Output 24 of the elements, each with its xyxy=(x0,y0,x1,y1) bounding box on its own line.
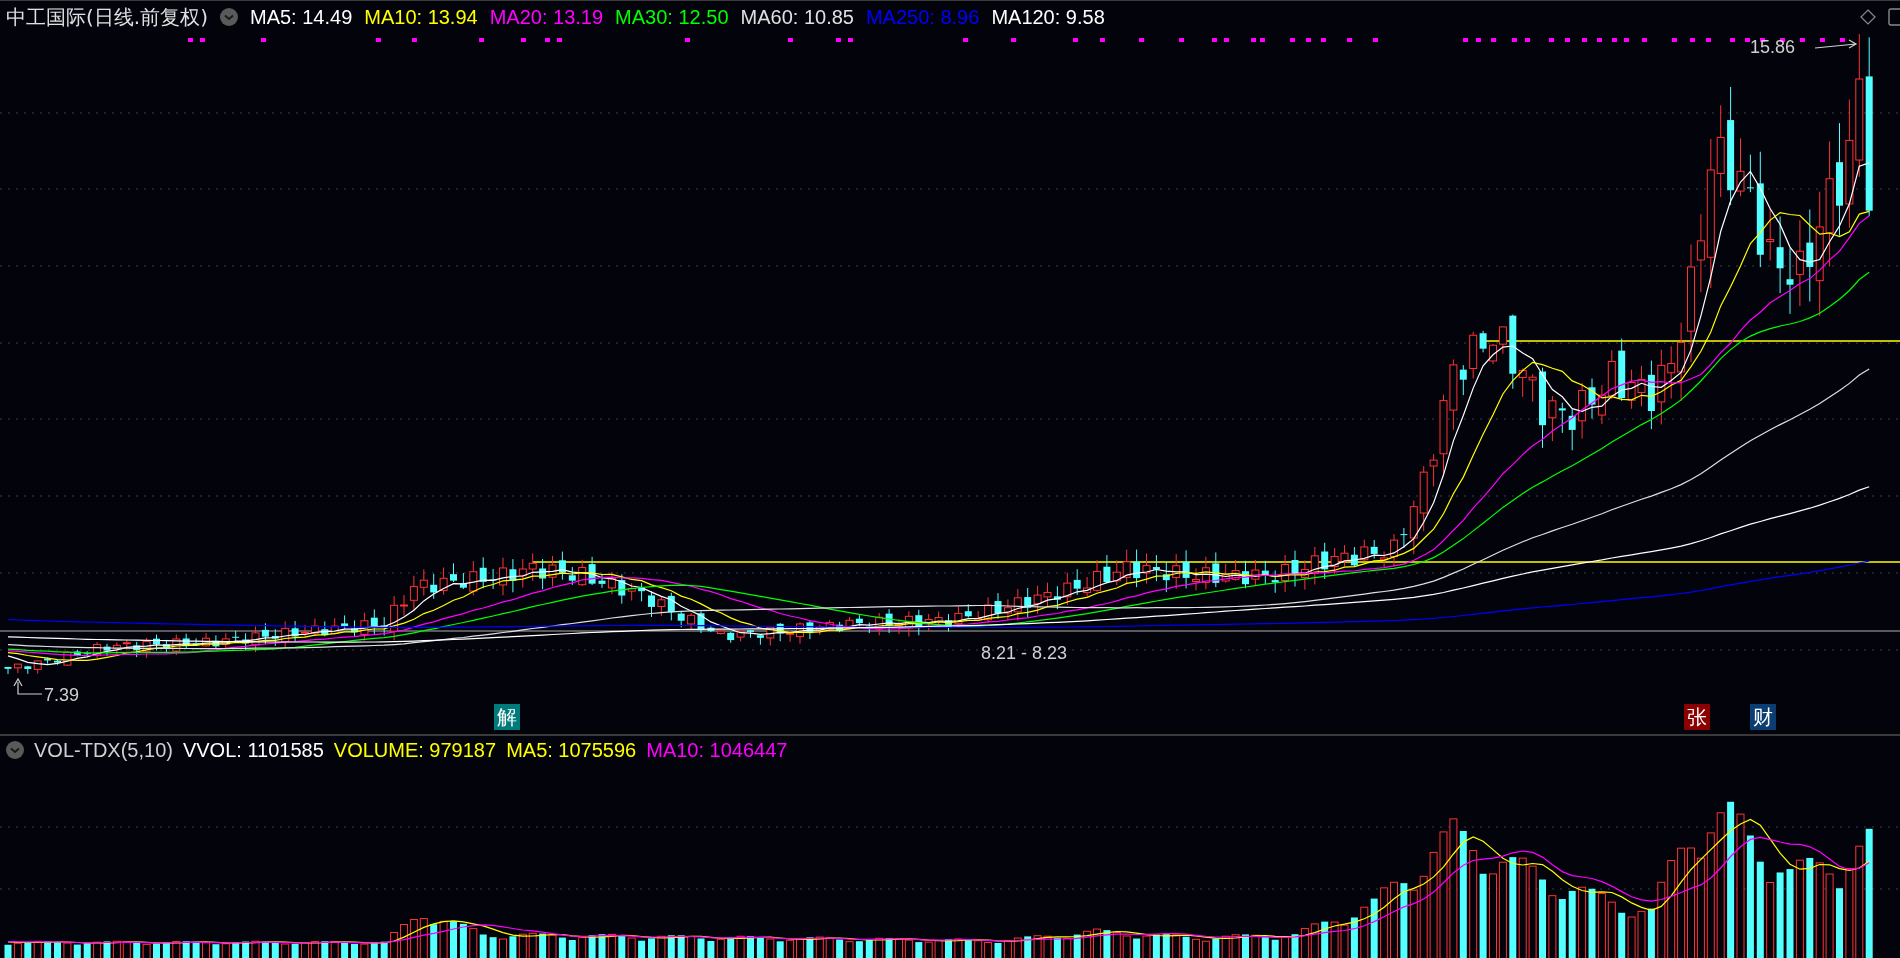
event-marker[interactable]: 解 xyxy=(494,703,520,730)
stock-title: 中工国际(日线.前复权) xyxy=(6,3,208,31)
indicator-name: VOL-TDX(5,10) xyxy=(34,738,173,762)
moving-average-label: MA60: 10.85 xyxy=(740,5,854,29)
event-marker[interactable]: 财 xyxy=(1750,703,1776,730)
dropdown-icon[interactable] xyxy=(6,741,24,760)
moving-average-label: MA5: 14.49 xyxy=(249,5,353,29)
dropdown-icon[interactable] xyxy=(219,8,238,27)
low-price-label: 7.39 xyxy=(44,684,80,705)
volume-value-label: MA10: 1046447 xyxy=(646,738,788,762)
volume-value-label: MA5: 1075596 xyxy=(506,738,637,762)
volume-value-label: VVOL: 1101585 xyxy=(182,738,324,762)
arrow-icon xyxy=(13,677,43,695)
moving-average-label: MA30: 12.50 xyxy=(615,5,729,29)
event-marker[interactable]: 张 xyxy=(1684,703,1710,730)
price-range-label: 8.21 - 8.23 xyxy=(981,642,1068,663)
volume-value-label: VOLUME: 979187 xyxy=(333,738,497,762)
high-price-label: 15.86 xyxy=(1750,36,1796,57)
moving-average-label: MA120: 9.58 xyxy=(991,5,1105,29)
moving-average-label: MA250: 8.96 xyxy=(865,5,980,29)
moving-average-label: MA10: 13.94 xyxy=(364,5,478,29)
arrow-icon xyxy=(1814,39,1858,49)
moving-average-label: MA20: 13.19 xyxy=(489,5,604,29)
diamond-icon[interactable] xyxy=(1860,9,1876,26)
